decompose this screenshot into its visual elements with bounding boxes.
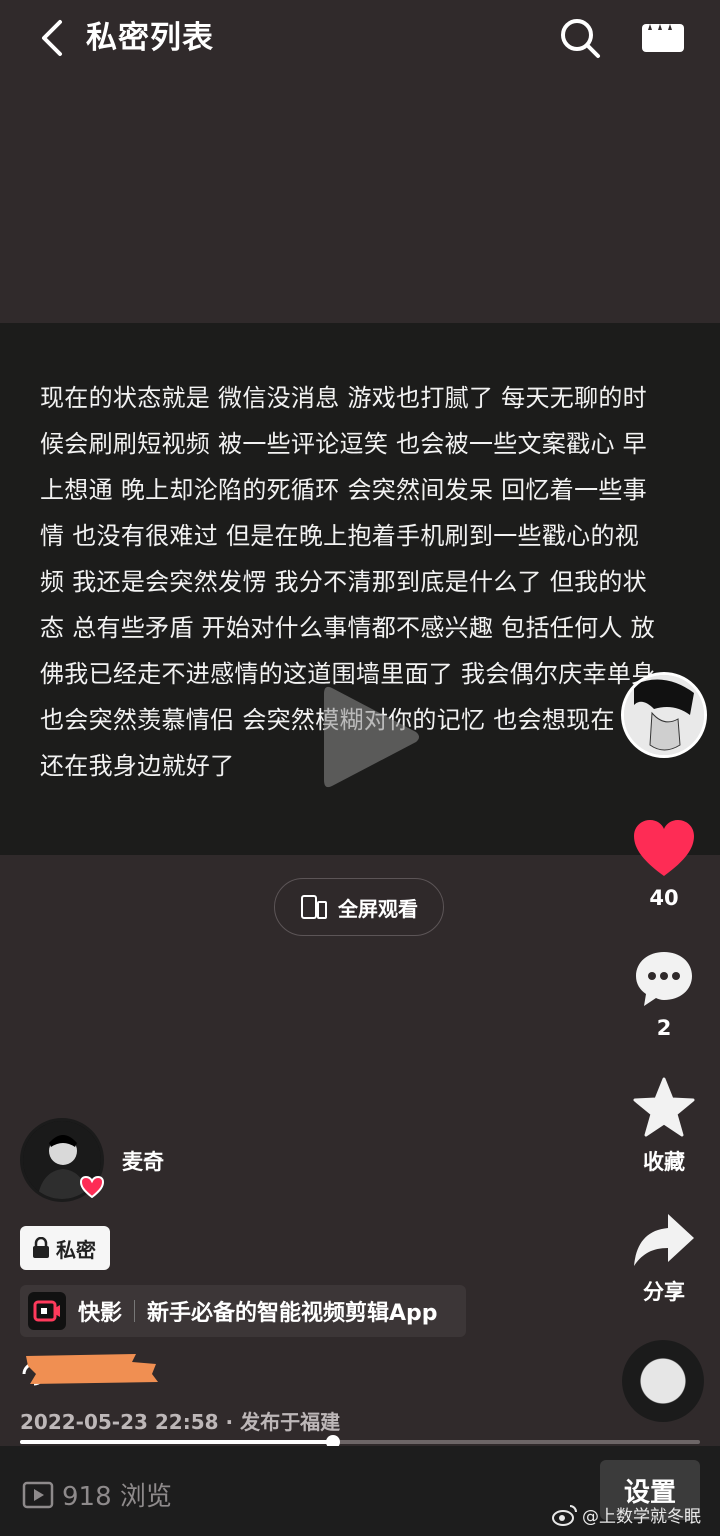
play-icon[interactable] <box>318 680 424 794</box>
app-slogan: 新手必备的智能视频剪辑App <box>147 1301 438 1326</box>
private-label: 私密 <box>56 1237 96 1262</box>
back-arrow-icon[interactable] <box>34 18 74 58</box>
divider <box>134 1300 136 1322</box>
private-badge: 私密 <box>20 1226 110 1270</box>
like-heart-icon[interactable] <box>632 818 696 882</box>
caption-line: 情 也没有很难过 但是在晚上抱着手机刷到一些戳心的视 <box>40 522 640 550</box>
fullscreen-button[interactable]: 全屏观看 <box>274 878 444 936</box>
caption-line: 现在的状态就是 微信没消息 游戏也打腻了 每天无聊的时 <box>40 384 647 412</box>
page-title: 私密列表 <box>86 20 214 56</box>
views-stat: 918 浏览 <box>22 1476 172 1513</box>
comment-bubble-icon[interactable] <box>632 948 696 1012</box>
fullscreen-icon <box>301 895 327 919</box>
weibo-icon <box>552 1504 577 1526</box>
share-label: 分享 <box>643 1280 685 1304</box>
like-count: 40 <box>649 886 679 910</box>
app-banner[interactable]: 快影 新手必备的智能视频剪辑App <box>20 1285 466 1337</box>
caption-line: 态 总有些矛盾 开始对什么事情都不感兴趣 包括任何人 放 <box>40 614 655 642</box>
favorite-star-icon[interactable] <box>632 1076 696 1140</box>
caption-line: 上想通 晚上却沦陷的死循环 会突然间发呆 回忆着一些事 <box>40 476 647 504</box>
watermark: @上数学就冬眠 <box>552 1502 701 1527</box>
progress-fill <box>20 1440 333 1444</box>
lock-icon <box>33 1237 49 1258</box>
camera-icon[interactable] <box>640 20 686 56</box>
music-disc[interactable] <box>622 1340 704 1422</box>
comment-count: 2 <box>656 1016 672 1040</box>
avatar-illustration <box>624 675 704 755</box>
caption-line: 候会刷刷短视频 被一些评论逗笑 也会被一些文案戳心 早 <box>40 430 647 458</box>
play-square-icon <box>22 1481 54 1508</box>
caption-line: 频 我还是会突然发愣 我分不清那到底是什么了 但我的状 <box>40 568 647 596</box>
favorite-label: 收藏 <box>643 1150 685 1174</box>
watermark-text: @上数学就冬眠 <box>582 1507 701 1527</box>
share-arrow-icon[interactable] <box>632 1208 696 1272</box>
heart-icon <box>80 1176 104 1198</box>
kuaiying-logo-icon <box>28 1292 66 1330</box>
app-name: 快影 <box>78 1301 123 1326</box>
search-icon[interactable] <box>558 16 602 60</box>
views-count: 918 浏览 <box>62 1482 172 1512</box>
fullscreen-label: 全屏观看 <box>338 896 418 921</box>
author-name[interactable]: 麦奇 <box>122 1146 164 1176</box>
author-avatar-rail[interactable] <box>621 672 707 758</box>
redaction-mark <box>22 1354 158 1386</box>
publish-info: 2022-05-23 22:58 · 发布于福建 <box>20 1410 341 1434</box>
